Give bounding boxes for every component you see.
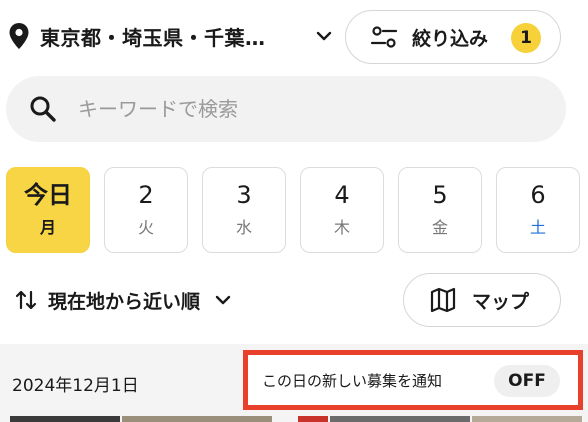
date-tab-3[interactable]: 3 水 (202, 167, 286, 253)
search-input[interactable] (76, 96, 500, 122)
location-label: 東京都・埼玉県・千葉… (40, 25, 266, 50)
search-bar[interactable] (6, 76, 566, 142)
search-icon (30, 96, 56, 122)
date-tab-day: 4 (334, 181, 350, 209)
notify-label: この日の新しい募集を通知 (262, 371, 443, 390)
card-thumbnails-partial (10, 416, 582, 422)
date-tab-weekday: 金 (431, 218, 448, 237)
date-tab-4[interactable]: 4 木 (300, 167, 384, 253)
chevron-down-icon (215, 295, 231, 305)
map-icon (430, 287, 456, 313)
date-tab-weekday: 月 (39, 218, 56, 237)
map-button[interactable]: マップ (403, 273, 561, 327)
section-date: 2024年12月1日 (12, 376, 139, 396)
sort-arrows-icon (15, 290, 37, 310)
chevron-down-icon (316, 31, 332, 41)
date-tab-weekday: 水 (235, 218, 252, 237)
date-tab-weekday: 土 (529, 218, 546, 237)
sort-label: 現在地から近い順 (48, 290, 201, 313)
date-tab-day: 2 (138, 181, 154, 209)
map-label: マップ (472, 290, 530, 313)
notify-toggle[interactable]: OFF (494, 365, 560, 397)
date-tab-5[interactable]: 5 金 (398, 167, 482, 253)
filter-count-badge: 1 (511, 23, 541, 53)
map-pin-icon (9, 23, 29, 49)
filter-button[interactable]: 絞り込み 1 (345, 10, 561, 64)
date-tab-today[interactable]: 今日 月 (6, 167, 90, 253)
date-tab-day: 5 (432, 181, 448, 209)
date-tab-day: 今日 (24, 181, 72, 209)
filter-label: 絞り込み (412, 27, 489, 50)
date-tab-day: 6 (530, 181, 546, 209)
date-tab-weekday: 木 (333, 218, 350, 237)
sliders-icon (370, 26, 398, 48)
location-selector[interactable]: 東京都・埼玉県・千葉… (8, 18, 332, 54)
date-tab-weekday: 火 (137, 218, 154, 237)
date-tab-day: 3 (236, 181, 252, 209)
date-tab-2[interactable]: 2 火 (104, 167, 188, 253)
sort-dropdown[interactable]: 現在地から近い順 (14, 284, 232, 316)
date-tab-6[interactable]: 6 土 (496, 167, 580, 253)
new-posting-notification: この日の新しい募集を通知 OFF (243, 350, 583, 410)
